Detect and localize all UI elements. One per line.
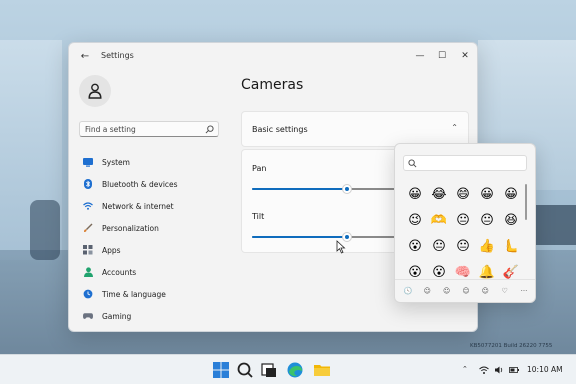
sidebar-item-label: System <box>102 157 130 167</box>
pan-label: Pan <box>252 164 267 173</box>
edge-browser-icon[interactable] <box>286 361 304 379</box>
clock-time[interactable]: 10:10 AM <box>527 365 563 374</box>
back-arrow-icon[interactable]: ← <box>77 49 93 65</box>
person-icon <box>83 267 93 277</box>
emoji-item[interactable]: 😐 <box>475 207 499 233</box>
chevron-up-icon[interactable]: ⌃ <box>462 365 472 375</box>
emoji-item[interactable]: 😀 <box>403 181 427 207</box>
emoji-item[interactable]: 😀 <box>499 181 523 207</box>
search-placeholder: Find a setting <box>85 125 136 134</box>
sidebar-item-label: Personalization <box>102 223 159 233</box>
title-bar: ← Settings — ☐ ✕ <box>69 43 477 71</box>
celebration-category-icon[interactable]: ☺ <box>459 284 473 298</box>
minimize-button[interactable]: — <box>409 47 431 65</box>
sidebar-item-accounts[interactable]: Accounts <box>79 261 229 283</box>
window-title: Settings <box>101 51 134 60</box>
sidebar-item-personalization[interactable]: Personalization <box>79 217 229 239</box>
emoji-item[interactable]: 😮 <box>403 259 427 285</box>
sidebar-item-label: Gaming <box>102 311 132 321</box>
emoji-item[interactable]: 👍 <box>475 233 499 259</box>
background-monitor <box>536 205 576 245</box>
emoji-item[interactable]: 🔔 <box>475 259 499 285</box>
emoji-divider <box>395 279 535 280</box>
page-title: Cameras <box>241 77 304 93</box>
emoji-item[interactable]: 😀 <box>475 181 499 207</box>
windows-start-icon[interactable] <box>212 361 230 379</box>
close-button[interactable]: ✕ <box>454 47 476 65</box>
search-icon[interactable] <box>236 361 254 379</box>
emoji-scrollbar[interactable] <box>525 184 527 220</box>
emoji-item[interactable]: 🫶 <box>427 207 451 233</box>
sidebar-item-label: Apps <box>102 245 121 255</box>
emoji-search-input[interactable] <box>403 155 527 171</box>
emoji-item[interactable]: 🎸 <box>499 259 523 285</box>
battery-icon[interactable] <box>509 365 519 375</box>
avatar[interactable] <box>79 75 111 107</box>
vehicle-category-icon[interactable]: ☺ <box>478 284 492 298</box>
emoji-picker: 😀 😂 😄 😀 😀 😉 🫶 😐 😐 😆 😮 😐 😐 👍 🫷 😮 😮 🧠 🔔 🎸 … <box>394 143 536 303</box>
background-chair <box>30 200 60 260</box>
emoji-item[interactable]: 😐 <box>451 207 475 233</box>
section-label: Basic settings <box>252 125 308 134</box>
sidebar-item-apps[interactable]: Apps <box>79 239 229 261</box>
task-view-icon[interactable] <box>260 361 278 379</box>
bluetooth-icon <box>83 179 93 189</box>
search-input[interactable]: Find a setting <box>79 121 219 137</box>
emoji-item[interactable]: 😂 <box>427 181 451 207</box>
sidebar-item-label: Bluetooth & devices <box>102 179 178 189</box>
build-watermark: KB5077201 Build 26220 7755 <box>470 343 553 349</box>
basic-settings-header[interactable]: Basic settings ⌃ <box>241 111 469 147</box>
globe-clock-icon <box>83 289 93 299</box>
emoji-item[interactable]: 😐 <box>427 233 451 259</box>
mouse-cursor-icon <box>336 240 346 254</box>
sidebar-item-network[interactable]: Network & internet <box>79 195 229 217</box>
people-category-icon[interactable]: ☺ <box>440 284 454 298</box>
emoji-grid: 😀 😂 😄 😀 😀 😉 🫶 😐 😐 😆 😮 😐 😐 👍 🫷 😮 😮 🧠 🔔 🎸 <box>403 181 523 285</box>
emoji-item[interactable]: 😮 <box>427 259 451 285</box>
recent-icon[interactable]: 🕓 <box>401 284 415 298</box>
sidebar-item-time-language[interactable]: Time & language <box>79 283 229 305</box>
maximize-button[interactable]: ☐ <box>431 47 453 65</box>
emoji-item[interactable]: 😉 <box>403 207 427 233</box>
taskbar: ⌃ 10:10 AM <box>0 354 576 384</box>
search-icon <box>408 159 417 168</box>
sidebar-nav: System Bluetooth & devices Network & int… <box>79 151 229 327</box>
controller-icon <box>83 311 93 321</box>
emoji-item[interactable]: 😐 <box>451 233 475 259</box>
emoji-item[interactable]: 😄 <box>451 181 475 207</box>
sidebar-item-label: Network & internet <box>102 201 174 211</box>
sidebar-item-system[interactable]: System <box>79 151 229 173</box>
volume-icon[interactable] <box>494 365 504 375</box>
more-icon[interactable]: ··· <box>517 284 531 298</box>
emoji-item[interactable]: 😮 <box>403 233 427 259</box>
file-explorer-icon[interactable] <box>313 361 331 379</box>
sidebar-item-gaming[interactable]: Gaming <box>79 305 229 327</box>
heart-category-icon[interactable]: ♡ <box>498 284 512 298</box>
person-icon <box>88 83 102 99</box>
wifi-icon <box>83 201 93 211</box>
tilt-slider-fill <box>252 236 347 238</box>
emoji-item[interactable]: 🫷 <box>499 233 523 259</box>
brush-icon <box>83 223 93 233</box>
chevron-up-icon: ⌃ <box>451 123 458 132</box>
sidebar-item-bluetooth[interactable]: Bluetooth & devices <box>79 173 229 195</box>
smiley-category-icon[interactable]: ☺ <box>420 284 434 298</box>
emoji-item[interactable]: 🧠 <box>451 259 475 285</box>
monitor-icon <box>83 157 93 167</box>
pan-slider-thumb[interactable] <box>342 184 352 194</box>
emoji-category-bar: 🕓 ☺ ☺ ☺ ☺ ♡ ··· <box>401 284 531 298</box>
sidebar-item-label: Time & language <box>102 289 166 299</box>
apps-icon <box>83 245 93 255</box>
pan-slider-fill <box>252 188 347 190</box>
sidebar-item-label: Accounts <box>102 267 137 277</box>
emoji-item[interactable]: 😆 <box>499 207 523 233</box>
wifi-icon[interactable] <box>479 365 489 375</box>
tilt-label: Tilt <box>252 212 265 221</box>
search-icon <box>205 125 214 134</box>
